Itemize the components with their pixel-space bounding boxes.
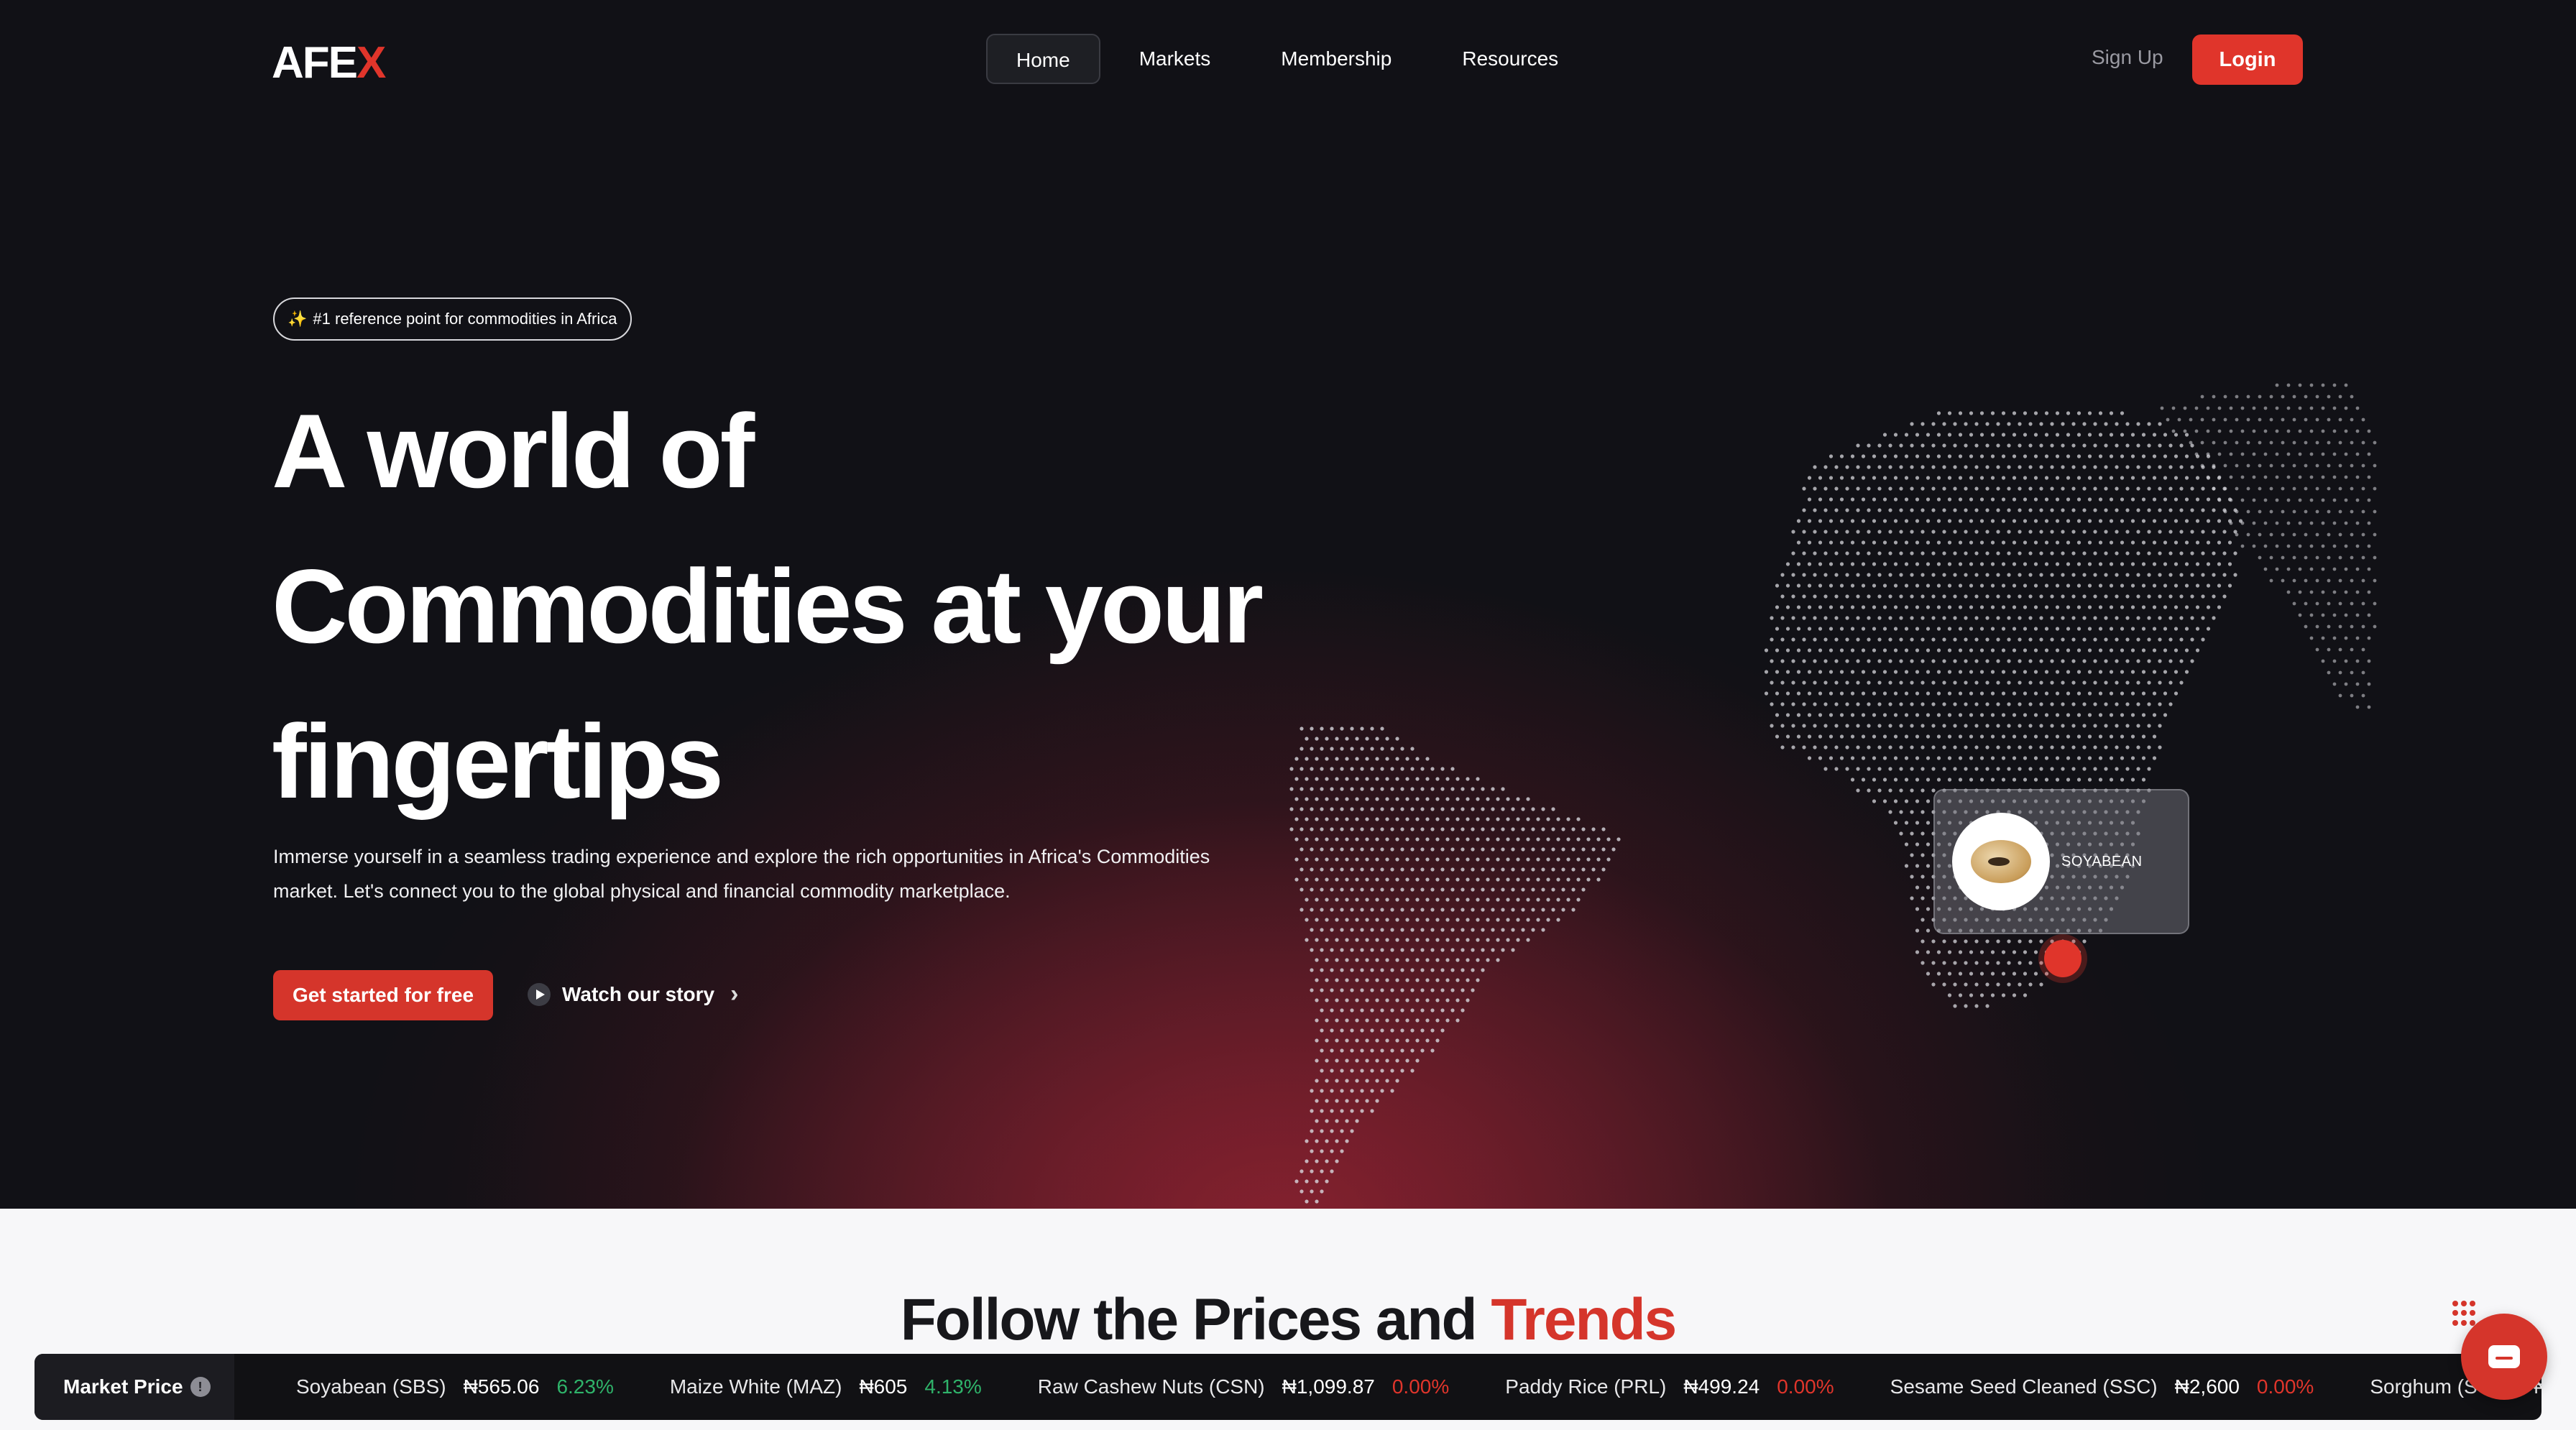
soybean-image: [1952, 813, 2050, 910]
market-price-ticker: Market Price ! Soyabean (SBS) ₦565.06 6.23…: [34, 1354, 2542, 1420]
watch-story-link[interactable]: Watch our story ›: [528, 980, 738, 1008]
dots-grid-icon: [2452, 1301, 2478, 1327]
ticker-change: 0.00%: [1392, 1375, 1450, 1398]
headline-line-2: Commodities at your: [272, 548, 1264, 665]
nav-membership[interactable]: Membership: [1249, 34, 1423, 84]
ticker-commodity-name: Maize White (MAZ): [669, 1375, 842, 1398]
chat-icon: [2488, 1345, 2520, 1368]
ticker-commodity-name: Sesame Seed Cleaned (SSC): [1890, 1375, 2158, 1398]
ticker-item[interactable]: Soyabean (SBS) ₦565.06 6.23%: [296, 1375, 614, 1398]
ticker-commodity-name: Paddy Rice (PRL): [1505, 1375, 1667, 1398]
info-icon[interactable]: !: [190, 1377, 211, 1397]
map-pin-icon[interactable]: [2044, 940, 2082, 977]
nav-resources[interactable]: Resources: [1430, 34, 1590, 84]
commodity-card[interactable]: SOYABEAN: [1933, 789, 2189, 934]
nav-home[interactable]: Home: [986, 34, 1100, 84]
watch-story-label: Watch our story: [562, 982, 715, 1005]
play-icon: [528, 982, 551, 1006]
hero-badge: ✨ #1 reference point for commodities in …: [273, 297, 632, 341]
hero-section: AFEX Home Markets Membership Resources S…: [0, 0, 2576, 1209]
login-button[interactable]: Login: [2192, 34, 2303, 85]
ticker-item[interactable]: Maize White (MAZ) ₦605 4.13%: [670, 1375, 982, 1398]
ticker-items: Soyabean (SBS) ₦565.06 6.23% Maize White (M…: [234, 1375, 2542, 1398]
ticker-price: ₦565.06: [463, 1375, 540, 1398]
title-accent: Trends: [1491, 1287, 1677, 1352]
signup-link[interactable]: Sign Up: [2092, 46, 2163, 69]
nav-markets[interactable]: Markets: [1108, 34, 1243, 84]
ticker-item[interactable]: Raw Cashew Nuts (CSN) ₦1,099.87 0.00%: [1038, 1375, 1449, 1398]
badge-text: #1 reference point for commodities in Af…: [313, 310, 617, 328]
sparkle-icon: ✨: [288, 310, 308, 328]
main-nav: Home Markets Membership Resources: [986, 33, 1590, 85]
hero-subtext: Immerse yourself in a seamless trading e…: [273, 846, 1210, 902]
ticker-change: 6.23%: [556, 1375, 614, 1398]
ticker-price: ₦499.24: [1683, 1375, 1760, 1398]
ticker-price: ₦605: [859, 1375, 908, 1398]
ticker-label-text: Market Price: [63, 1375, 183, 1398]
ticker-price: ₦1,099.87: [1282, 1375, 1375, 1398]
title-main: Follow the Prices and: [900, 1287, 1491, 1352]
ticker-change: 0.00%: [1777, 1375, 1834, 1398]
ticker-item[interactable]: Paddy Rice (PRL) ₦499.24 0.00%: [1505, 1375, 1834, 1398]
ticker-item[interactable]: Sesame Seed Cleaned (SSC) ₦2,600 0.00%: [1890, 1375, 2314, 1398]
chat-button[interactable]: [2461, 1314, 2547, 1400]
ticker-commodity-name: Raw Cashew Nuts (CSN): [1037, 1375, 1265, 1398]
hero-headline: A world of Commodities at your fingertip…: [272, 374, 1422, 839]
chevron-right-icon: ›: [730, 980, 739, 1007]
get-started-button[interactable]: Get started for free: [273, 970, 493, 1020]
headline-line-1: A world of: [272, 392, 755, 509]
afex-logo[interactable]: AFEX: [272, 37, 386, 88]
ticker-change: 0.00%: [2256, 1375, 2314, 1398]
commodity-card-label: SOYABEAN: [2061, 853, 2143, 869]
prices-section-title: Follow the Prices and Trends: [0, 1286, 2576, 1354]
ticker-price: ₦2,600: [2174, 1375, 2240, 1398]
ticker-label: Market Price !: [34, 1354, 234, 1420]
ticker-change: 4.13%: [924, 1375, 982, 1398]
headline-line-3: fingertips: [272, 703, 724, 820]
ticker-commodity-name: Soyabean (SBS): [296, 1375, 446, 1398]
